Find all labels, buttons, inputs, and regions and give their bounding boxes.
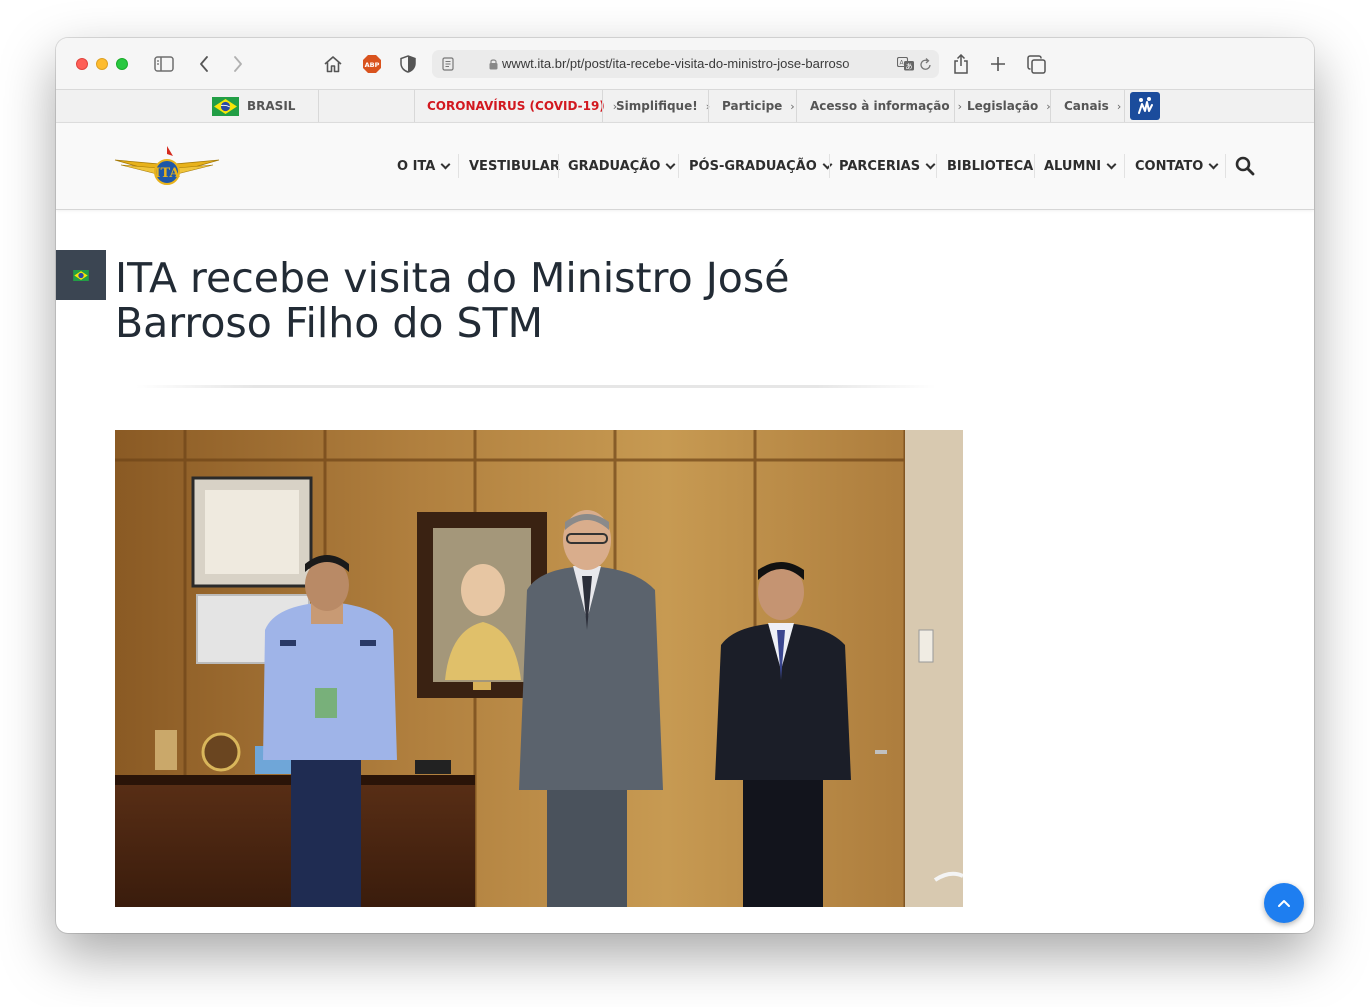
browser-window: ABP wwwt.ita.br/pt/post/ita-recebe-visit… (56, 38, 1314, 933)
chevron-right-icon: › (790, 99, 795, 113)
govbar-link-label: Simplifique! (616, 99, 698, 113)
govbar-link-canais[interactable]: Canais › (1064, 90, 1121, 122)
scroll-to-top-button[interactable] (1264, 883, 1304, 923)
nav-contato[interactable]: CONTATO (1135, 156, 1219, 176)
ita-wings-logo-icon: ITA (114, 146, 220, 185)
sidebar-toggle-icon[interactable] (152, 52, 176, 76)
site-header: ITA O ITA VESTIBULAR GRADUAÇÃO PÓS-GRADU… (56, 123, 1314, 210)
brazil-flag-icon (212, 96, 239, 116)
chevron-down-icon (440, 159, 451, 169)
nav-label: O ITA (397, 158, 436, 174)
svg-text:あ: あ (906, 63, 913, 71)
language-flag-tab[interactable] (56, 250, 106, 300)
svg-text:A: A (899, 60, 904, 67)
search-button[interactable] (1235, 156, 1255, 176)
nav-pos-graduacao[interactable]: PÓS-GRADUAÇÃO (689, 156, 833, 176)
back-icon[interactable] (194, 52, 214, 76)
nav-alumni[interactable]: ALUMNI (1044, 156, 1117, 176)
nav-label: ALUMNI (1044, 158, 1102, 174)
tab-overview-icon[interactable] (1024, 52, 1048, 76)
search-icon (1235, 156, 1255, 176)
adblock-icon[interactable]: ABP (361, 52, 383, 76)
accessibility-vlibras-button[interactable] (1130, 90, 1160, 122)
govbar-link-label: Canais (1064, 99, 1109, 113)
govbar-link-label: Participe (722, 99, 783, 113)
svg-text:ABP: ABP (365, 61, 380, 69)
govbar-link-covid[interactable]: CORONAVÍRUS (COVID-19) › (427, 90, 617, 122)
govbar-link-label: Legislação (967, 99, 1039, 113)
nav-o-ita[interactable]: O ITA (397, 156, 451, 176)
home-icon[interactable] (321, 52, 345, 76)
chevron-right-icon: › (957, 99, 963, 113)
nav-label: GRADUAÇÃO (568, 158, 661, 174)
chevron-down-icon (665, 159, 676, 169)
ita-logo[interactable]: ITA (113, 142, 221, 192)
chevron-down-icon (1208, 159, 1219, 169)
govbar-link-participe[interactable]: Participe › (722, 90, 795, 122)
title-divider (136, 385, 936, 388)
new-tab-icon[interactable] (987, 52, 1009, 76)
govbar-link-legislacao[interactable]: Legislação › (967, 90, 1051, 122)
svg-text:ITA: ITA (154, 166, 180, 181)
article-photo (115, 430, 963, 907)
chevron-up-icon (1278, 900, 1290, 907)
privacy-shield-icon[interactable] (398, 52, 418, 76)
brasil-label: BRASIL (247, 99, 296, 113)
nav-label: VESTIBULAR (469, 158, 560, 174)
share-icon[interactable] (950, 52, 972, 76)
translate-icon[interactable]: あA (896, 55, 916, 73)
chevron-down-icon (822, 159, 833, 169)
address-bar[interactable]: wwwt.ita.br/pt/post/ita-recebe-visita-do… (432, 50, 939, 78)
maximize-window-button[interactable] (116, 58, 128, 70)
article-title: ITA recebe visita do Ministro José Barro… (115, 254, 790, 347)
nav-biblioteca[interactable]: BIBLIOTECA (947, 156, 1033, 176)
reader-icon[interactable] (440, 55, 456, 73)
govbar-link-acesso[interactable]: Acesso à informação › (810, 90, 962, 122)
sign-language-icon (1130, 92, 1160, 120)
chevron-down-icon (1106, 159, 1117, 169)
reload-icon[interactable] (918, 55, 934, 73)
close-window-button[interactable] (76, 58, 88, 70)
govbar-link-simplifique[interactable]: Simplifique!› (616, 90, 710, 122)
nav-label: PÓS-GRADUAÇÃO (689, 158, 817, 174)
minimize-window-button[interactable] (96, 58, 108, 70)
gov-bar: BRASIL CORONAVÍRUS (COVID-19) › Simplifiq… (56, 90, 1314, 123)
govbar-link-label: Acesso à informação (810, 99, 950, 113)
nav-parcerias[interactable]: PARCERIAS (839, 156, 936, 176)
browser-toolbar: ABP wwwt.ita.br/pt/post/ita-recebe-visit… (56, 38, 1314, 90)
nav-vestibular[interactable]: VESTIBULAR (469, 156, 560, 176)
ministers-visit-photo (115, 430, 963, 907)
brazil-flag-icon (73, 269, 89, 281)
nav-graduacao[interactable]: GRADUAÇÃO (568, 156, 676, 176)
chevron-down-icon (925, 159, 936, 169)
forward-icon[interactable] (228, 52, 248, 76)
lock-icon (487, 56, 499, 72)
brasil-link[interactable]: BRASIL (212, 90, 295, 122)
nav-label: BIBLIOTECA (947, 158, 1034, 174)
govbar-link-label: CORONAVÍRUS (COVID-19) (427, 99, 605, 113)
nav-label: CONTATO (1135, 158, 1204, 174)
url-text[interactable]: wwwt.ita.br/pt/post/ita-recebe-visita-do… (502, 56, 882, 74)
chevron-right-icon: › (1116, 99, 1122, 113)
nav-label: PARCERIAS (839, 158, 921, 174)
